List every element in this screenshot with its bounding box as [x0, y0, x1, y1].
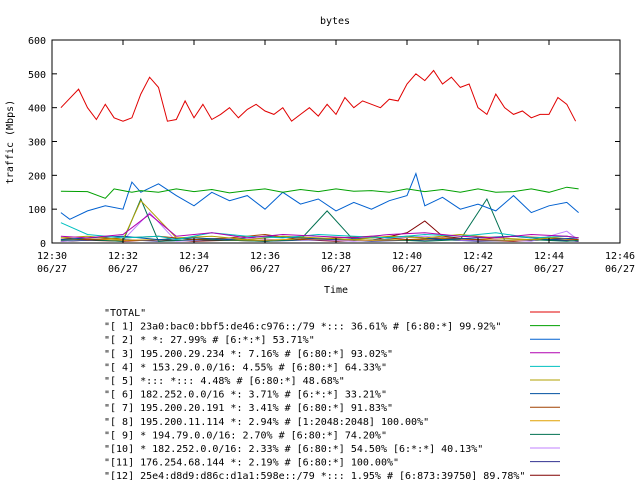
legend-label: "[ 9] * 194.79.0.0/16: 2.70% # [6:80:*] …	[104, 430, 387, 441]
series-line	[60, 172, 579, 220]
legend-label: "[ 5] *::: *::: 4.48% # [6:80:*] 48.68%"	[104, 376, 345, 387]
plot-frame	[51, 39, 621, 244]
x-tick-label: 12:30	[37, 251, 67, 262]
series-line	[60, 186, 579, 199]
x-tick-date: 06/27	[605, 264, 635, 275]
y-axis: 0 100 200 300 400 500 600	[28, 36, 620, 250]
chart: bytes Time traffic (Mbps) 0 100 200 300 400 5…	[5, 16, 635, 480]
legend-label: "[ 4] * 153.29.0.0/16: 4.55% # [6:80:*] …	[104, 362, 387, 373]
y-axis-label: traffic (Mbps)	[5, 100, 16, 184]
y-tick-label: 400	[28, 104, 46, 115]
legend-label: "[10] * 182.252.0.0/16: 2.33% # [6:80:*]…	[104, 444, 483, 455]
series-line	[60, 69, 577, 122]
x-tick-date: 06/27	[108, 264, 138, 275]
legend-label: "[12] 25e4:d8d9:d86c:d1a1:598e::/79 *:::…	[104, 471, 525, 480]
legend: "TOTAL""[ 1] 23a0:bac0:bbf5:de46:c976::/…	[104, 308, 560, 480]
y-tick-label: 200	[28, 171, 46, 182]
x-axis-label: Time	[324, 285, 348, 296]
legend-label: "[ 3] 195.200.29.234 *: 7.16% # [6:80:*]…	[104, 349, 393, 360]
x-tick-date: 06/27	[534, 264, 564, 275]
y-tick-label: 300	[28, 138, 46, 149]
x-tick-date: 06/27	[392, 264, 422, 275]
x-tick-date: 06/27	[463, 264, 493, 275]
plot-lines	[60, 69, 579, 242]
y-tick-label: 100	[28, 205, 46, 216]
legend-label: "[11] 176.254.68.144 *: 2.19% # [6:80:*]…	[104, 458, 399, 469]
x-tick-date: 06/27	[250, 264, 280, 275]
x-tick-label: 12:46	[605, 251, 635, 262]
x-tick-label: 12:44	[534, 251, 564, 262]
legend-label: "TOTAL"	[104, 308, 146, 319]
y-tick-label: 500	[28, 70, 46, 81]
legend-label: "[ 2] * *: 27.99% # [6:*:*] 53.71%"	[104, 335, 315, 346]
x-tick-label: 12:40	[392, 251, 422, 262]
legend-label: "[ 1] 23a0:bac0:bbf5:de46:c976::/79 *:::…	[104, 322, 501, 333]
legend-label: "[ 6] 182.252.0.0/16 *: 3.71% # [6:*:*] …	[104, 390, 387, 401]
chart-title: bytes	[320, 16, 350, 27]
x-tick-label: 12:38	[321, 251, 351, 262]
x-tick-date: 06/27	[321, 264, 351, 275]
y-tick-label: 0	[40, 239, 46, 250]
y-tick-label: 600	[28, 36, 46, 47]
x-tick-label: 12:42	[463, 251, 493, 262]
legend-label: "[ 7] 195.200.20.191 *: 3.41% # [6:80:*]…	[104, 403, 393, 414]
x-tick-date: 06/27	[179, 264, 209, 275]
x-tick-label: 12:32	[108, 251, 138, 262]
legend-label: "[ 8] 195.200.11.114 *: 2.94% # [1:2048:…	[104, 417, 429, 428]
x-tick-label: 12:36	[250, 251, 280, 262]
x-tick-label: 12:34	[179, 251, 209, 262]
x-tick-date: 06/27	[37, 264, 67, 275]
